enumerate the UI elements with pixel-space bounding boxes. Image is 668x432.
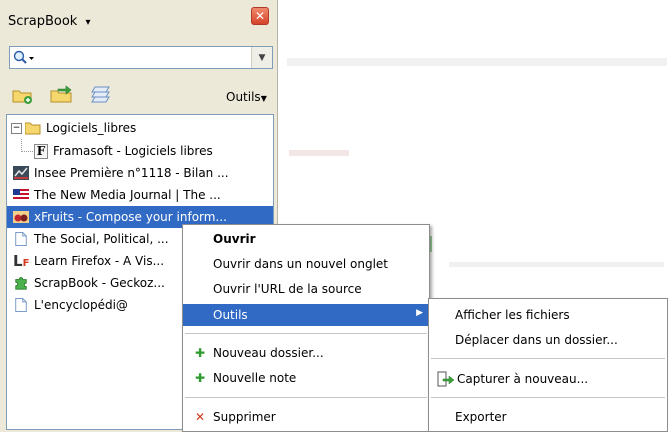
search-icon[interactable] bbox=[13, 50, 35, 66]
tree-item-label: Framasoft - Logiciels libres bbox=[53, 144, 213, 158]
puzzle-icon bbox=[15, 277, 27, 290]
tree-item-label: ScrapBook - Geckoz... bbox=[34, 276, 165, 290]
menu-item-label: Outils bbox=[213, 308, 248, 322]
sidebar-title-button[interactable]: ScrapBook ▾ bbox=[8, 14, 91, 29]
tree-item-label: L'encyclopédi@ bbox=[34, 298, 128, 312]
menu-item-new-folder[interactable]: ✚ Nouveau dossier... bbox=[183, 342, 429, 364]
submenu-arrow-icon: ▶ bbox=[416, 308, 423, 318]
tree-view-icon[interactable] bbox=[90, 84, 112, 104]
tree-item-row[interactable]: F Framasoft - Logiciels libres bbox=[34, 140, 273, 162]
tree-item-row[interactable]: The New Media Journal | The ... bbox=[13, 184, 273, 206]
chevron-down-icon: ▾ bbox=[85, 17, 91, 28]
capture-icon bbox=[437, 371, 455, 387]
x-icon: ✕ bbox=[195, 410, 206, 424]
submenu-item-show-files[interactable]: Afficher les fichiers bbox=[429, 304, 667, 326]
menu-item-label: Déplacer dans un dossier... bbox=[455, 333, 618, 347]
insee-icon bbox=[13, 166, 29, 180]
tree-item-label: The New Media Journal | The ... bbox=[34, 188, 221, 202]
menu-item-label: Exporter bbox=[455, 410, 507, 424]
menu-item-label: Capturer à nouveau... bbox=[457, 372, 589, 386]
new-folder-icon[interactable] bbox=[12, 86, 34, 104]
menu-separator bbox=[185, 333, 427, 334]
menu-separator bbox=[185, 397, 427, 398]
menu-item-label: Ouvrir l'URL de la source bbox=[213, 282, 362, 296]
menu-item-label: Ouvrir bbox=[213, 232, 256, 246]
search-dropdown-button[interactable]: ▼ bbox=[251, 47, 272, 68]
us-flag-icon bbox=[13, 189, 29, 201]
lf-icon-subletter: F bbox=[22, 258, 30, 269]
sidebar-title: ScrapBook bbox=[8, 14, 78, 29]
menu-item-label: Supprimer bbox=[213, 410, 276, 424]
menu-item-label: Afficher les fichiers bbox=[455, 308, 570, 322]
collapse-toggle-icon[interactable]: − bbox=[11, 122, 22, 134]
menu-item-outils[interactable]: Outils ▶ bbox=[183, 304, 429, 326]
menu-item-open-new-tab[interactable]: Ouvrir dans un nouvel onglet bbox=[183, 253, 429, 275]
xfruits-icon bbox=[13, 211, 29, 223]
page-icon bbox=[15, 232, 27, 246]
close-icon: ✕ bbox=[254, 9, 266, 23]
menu-separator bbox=[431, 358, 665, 359]
tree-connector bbox=[21, 151, 33, 153]
tree-item-label: Logiciels_libres bbox=[46, 121, 137, 135]
lf-icon-letter: L bbox=[13, 252, 23, 270]
menu-separator bbox=[431, 397, 665, 398]
plus-icon: ✚ bbox=[195, 371, 206, 385]
tree-item-label: xFruits - Compose your inform... bbox=[34, 210, 227, 224]
menu-item-label: Nouvelle note bbox=[213, 371, 297, 385]
submenu-item-recapture[interactable]: Capturer à nouveau... bbox=[429, 368, 667, 390]
menu-item-label: Nouveau dossier... bbox=[213, 346, 324, 360]
tree-item-label: The Social, Political, ... bbox=[34, 232, 169, 246]
framasoft-f-icon: F bbox=[34, 143, 48, 159]
menu-item-open[interactable]: Ouvrir bbox=[183, 228, 429, 250]
folder-icon bbox=[25, 122, 41, 135]
page-fragment bbox=[449, 262, 664, 267]
outils-menu-button[interactable]: Outils▼ bbox=[226, 90, 267, 104]
search-input[interactable]: ▼ bbox=[9, 46, 273, 69]
chevron-down-icon: ▼ bbox=[260, 94, 267, 103]
tree-item-label: Learn Firefox - A Vis... bbox=[34, 254, 165, 268]
submenu-item-export[interactable]: Exporter bbox=[429, 406, 667, 428]
menu-item-label: Ouvrir dans un nouvel onglet bbox=[213, 257, 389, 271]
outils-submenu: Afficher les fichiers Déplacer dans un d… bbox=[428, 298, 668, 432]
tree-item-label: Insee Première n°1118 - Bilan ... bbox=[34, 166, 229, 180]
submenu-item-move-to-folder[interactable]: Déplacer dans un dossier... bbox=[429, 329, 667, 351]
page-fragment bbox=[289, 150, 349, 156]
plus-icon: ✚ bbox=[195, 346, 206, 360]
page-icon bbox=[15, 298, 27, 312]
tree-item-row[interactable]: Insee Première n°1118 - Bilan ... bbox=[13, 162, 273, 184]
lf-icon: LF bbox=[13, 252, 30, 270]
context-menu: Ouvrir Ouvrir dans un nouvel onglet Ouvr… bbox=[182, 224, 430, 432]
outils-label: Outils bbox=[226, 90, 261, 104]
menu-item-open-source-url[interactable]: Ouvrir l'URL de la source bbox=[183, 278, 429, 300]
close-sidebar-button[interactable]: ✕ bbox=[251, 7, 269, 25]
move-folder-icon[interactable] bbox=[50, 84, 74, 104]
menu-item-new-note[interactable]: ✚ Nouvelle note bbox=[183, 367, 429, 389]
page-fragment bbox=[287, 58, 667, 66]
menu-item-delete[interactable]: ✕ Supprimer bbox=[183, 406, 429, 428]
tree-folder-row[interactable]: − Logiciels_libres bbox=[7, 117, 273, 139]
